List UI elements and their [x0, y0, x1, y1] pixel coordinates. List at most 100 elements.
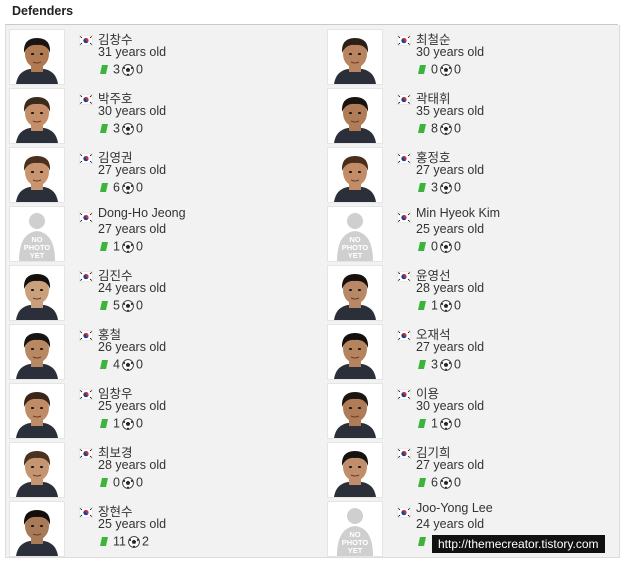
player-photo[interactable]	[327, 88, 383, 144]
goals-count: 0	[453, 357, 461, 372]
player-name[interactable]: Dong-Ho Jeong	[98, 206, 186, 220]
appearances-count: 6	[113, 180, 120, 195]
korea-flag-icon	[396, 269, 412, 283]
goals-count: 0	[453, 298, 461, 313]
appearances-count: 0	[113, 475, 120, 490]
player-photo[interactable]	[9, 383, 65, 439]
player-photo[interactable]	[9, 265, 65, 321]
goals-count: 0	[135, 62, 143, 77]
green-shirt-icon	[98, 180, 113, 194]
player-photo[interactable]	[327, 147, 383, 203]
appearances-count: 11	[113, 534, 126, 549]
watermark: http://themecreator.tistory.com	[432, 535, 605, 553]
player-name[interactable]: Min Hyeok Kim	[416, 206, 500, 220]
korea-flag-icon	[78, 328, 94, 342]
korea-flag-icon	[78, 505, 94, 519]
player-photo[interactable]	[327, 383, 383, 439]
player-age: 27 years old	[416, 163, 485, 177]
player-card[interactable]: 임창우 25 years old 1 0	[6, 381, 306, 439]
player-age: 26 years old	[98, 340, 167, 354]
player-name[interactable]: Joo-Yong Lee	[416, 501, 493, 515]
player-photo[interactable]	[9, 501, 65, 557]
soccer-ball-icon	[438, 121, 454, 135]
player-age: 27 years old	[98, 222, 167, 236]
goals-count: 0	[135, 416, 143, 431]
goals-count: 2	[141, 534, 149, 549]
appearances-count: 3	[431, 180, 438, 195]
player-stats: 10	[98, 239, 143, 254]
player-photo[interactable]	[327, 324, 383, 380]
player-photo[interactable]	[327, 265, 383, 321]
goals-count: 0	[453, 416, 461, 431]
green-shirt-icon	[416, 534, 431, 548]
player-photo[interactable]	[9, 147, 65, 203]
player-stats: 60	[416, 475, 461, 490]
green-shirt-icon	[416, 475, 431, 489]
player-card[interactable]: 김영권 27 years old 6 0	[6, 145, 306, 203]
korea-flag-icon	[396, 387, 412, 401]
player-photo[interactable]	[9, 88, 65, 144]
player-stats: 30	[416, 180, 461, 195]
green-shirt-icon	[98, 357, 113, 371]
appearances-count: 0	[431, 239, 438, 254]
player-card[interactable]: 김창수 31 years old 3 0	[6, 27, 306, 85]
player-card[interactable]: 윤영선 28 years old 1 0	[324, 263, 623, 321]
soccer-ball-icon	[120, 298, 136, 312]
player-stats: 00	[98, 475, 143, 490]
appearances-count: 0	[431, 62, 438, 77]
player-card[interactable]: 곽태휘 35 years old 8 0	[324, 86, 623, 144]
green-shirt-icon	[416, 180, 431, 194]
player-stats: 40	[98, 357, 143, 372]
korea-flag-icon	[78, 446, 94, 460]
svg-text:YET: YET	[348, 546, 363, 555]
goals-count: 0	[135, 239, 143, 254]
player-age: 31 years old	[98, 45, 167, 59]
player-card[interactable]: 박주호 30 years old 3 0	[6, 86, 306, 144]
goals-count: 0	[135, 357, 143, 372]
player-photo[interactable]	[327, 442, 383, 498]
soccer-ball-icon	[120, 416, 136, 430]
svg-text:YET: YET	[348, 251, 363, 260]
player-photo[interactable]	[9, 29, 65, 85]
player-card[interactable]: 김기희 27 years old 6 0	[324, 440, 623, 498]
korea-flag-icon	[396, 446, 412, 460]
player-card[interactable]: NO PHOTO YET Min Hyeok Kim 25 years old 0 0	[324, 204, 623, 262]
player-age: 27 years old	[416, 340, 485, 354]
soccer-ball-icon	[438, 475, 454, 489]
player-stats: 30	[98, 121, 143, 136]
player-stats: 30	[98, 62, 143, 77]
player-age: 25 years old	[416, 222, 485, 236]
soccer-ball-icon	[438, 416, 454, 430]
korea-flag-icon	[78, 210, 94, 224]
soccer-ball-icon	[438, 357, 454, 371]
green-shirt-icon	[98, 121, 113, 135]
no-photo-placeholder[interactable]: NO PHOTO YET	[327, 501, 383, 557]
player-card[interactable]: NO PHOTO YET Dong-Ho Jeong 27 years old 1 0	[6, 204, 306, 262]
player-age: 30 years old	[416, 45, 485, 59]
no-photo-placeholder[interactable]: NO PHOTO YET	[9, 206, 65, 262]
player-card[interactable]: 김진수 24 years old 5 0	[6, 263, 306, 321]
player-card[interactable]: 홍철 26 years old 4 0	[6, 322, 306, 380]
goals-count: 0	[453, 180, 461, 195]
player-photo[interactable]	[9, 324, 65, 380]
korea-flag-icon	[78, 33, 94, 47]
no-photo-placeholder[interactable]: NO PHOTO YET	[327, 206, 383, 262]
player-card[interactable]: 최철순 30 years old 0 0	[324, 27, 623, 85]
player-photo[interactable]	[327, 29, 383, 85]
player-card[interactable]: 이용 30 years old 1 0	[324, 381, 623, 439]
player-age: 27 years old	[416, 458, 485, 472]
player-card[interactable]: 오재석 27 years old 3 0	[324, 322, 623, 380]
appearances-count: 1	[431, 416, 438, 431]
green-shirt-icon	[416, 298, 431, 312]
player-photo[interactable]	[9, 442, 65, 498]
korea-flag-icon	[396, 328, 412, 342]
player-card[interactable]: 최보경 28 years old 0 0	[6, 440, 306, 498]
player-age: 30 years old	[416, 399, 485, 413]
player-card[interactable]: 홍정호 27 years old 3 0	[324, 145, 623, 203]
goals-count: 0	[135, 298, 143, 313]
korea-flag-icon	[396, 505, 412, 519]
player-age: 27 years old	[98, 163, 167, 177]
player-card[interactable]: 장현수 25 years old 11 2	[6, 499, 306, 557]
green-shirt-icon	[416, 121, 431, 135]
svg-text:YET: YET	[30, 251, 45, 260]
